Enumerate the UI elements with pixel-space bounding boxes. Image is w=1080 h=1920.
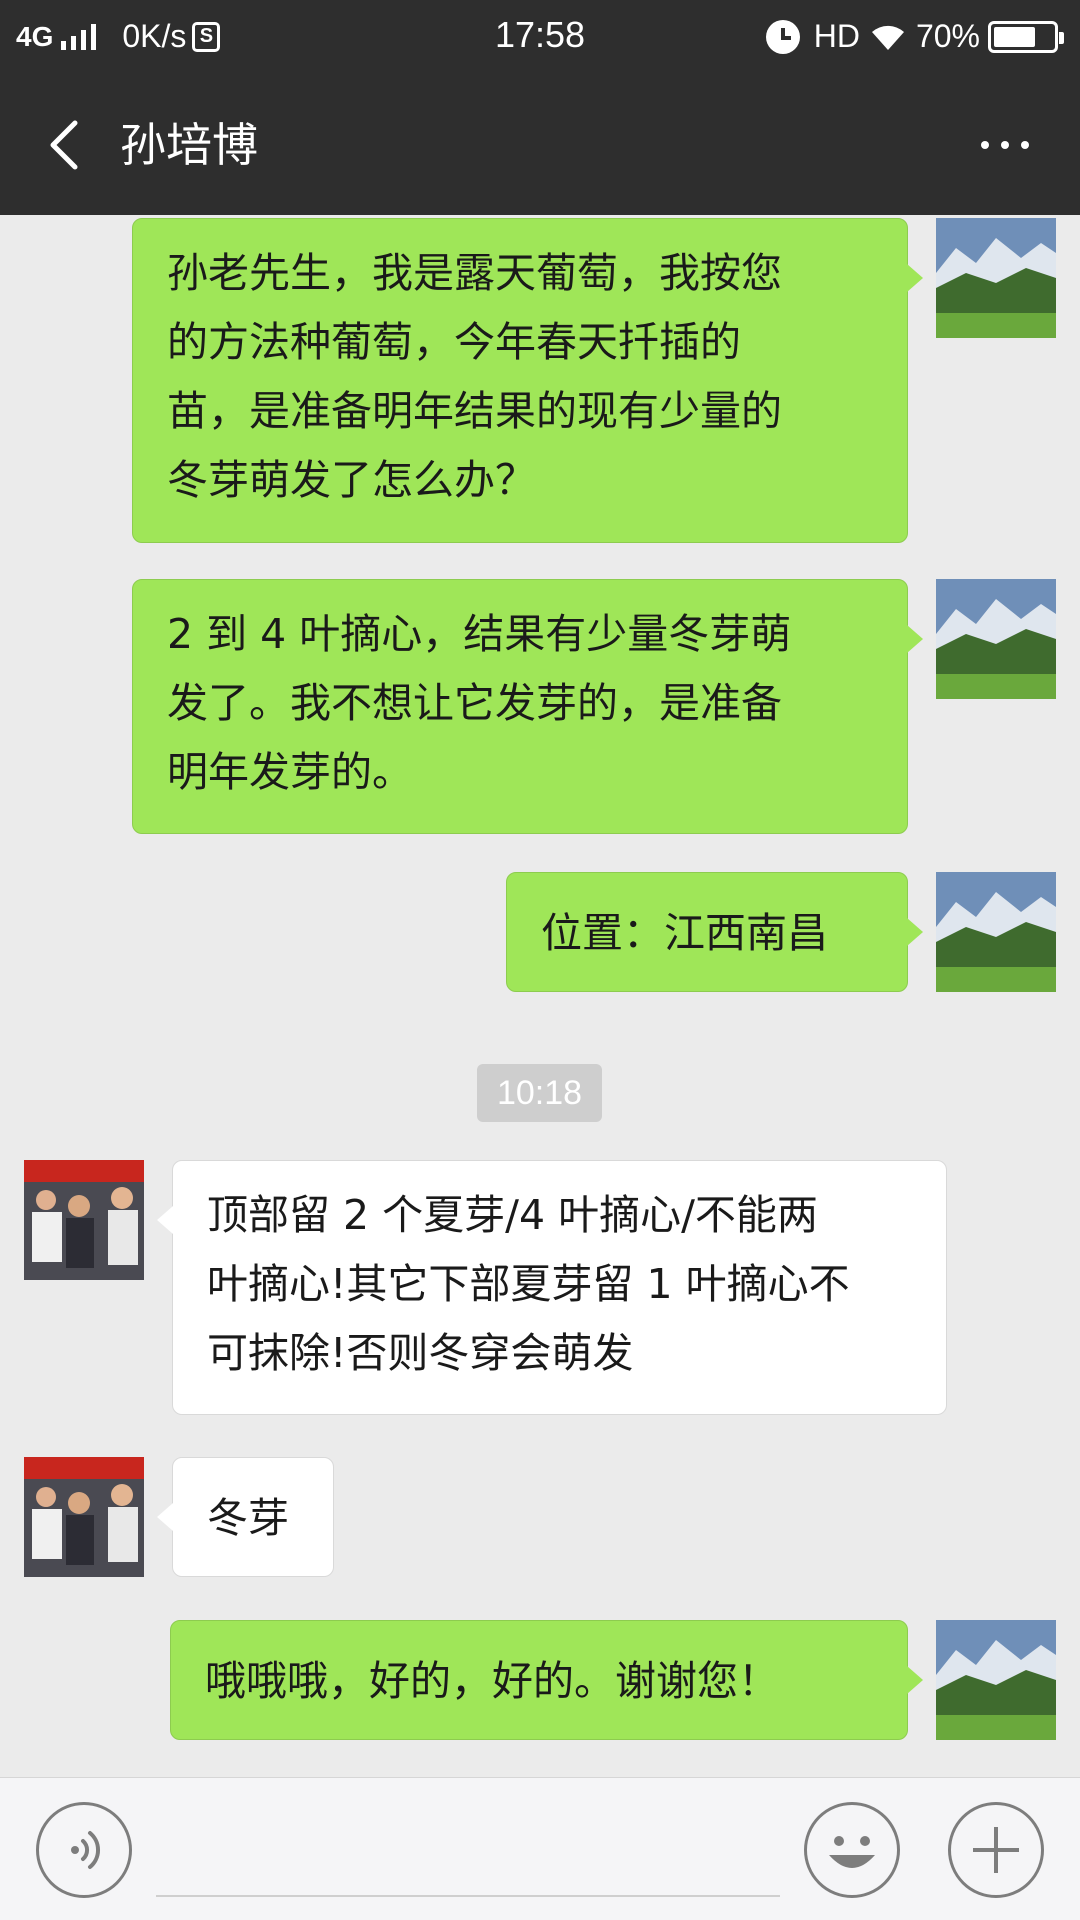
plus-button[interactable] bbox=[948, 1802, 1044, 1898]
network-type: 4G bbox=[16, 20, 54, 52]
avatar[interactable] bbox=[936, 579, 1056, 699]
message-line: 叶摘心!其它下部夏芽留 1 叶摘心不 bbox=[207, 1260, 850, 1308]
title-bar: 孙培博 bbox=[0, 75, 1080, 215]
message-bubble[interactable]: 哦哦哦，好的，好的。谢谢您！ bbox=[170, 1620, 908, 1740]
chat-title: 孙培博 bbox=[120, 118, 258, 172]
message-line: 苗，是准备明年结果的现有少量的 bbox=[167, 387, 782, 435]
battery-icon bbox=[988, 20, 1064, 53]
message-line: 的方法种葡萄，今年春天扦插的 bbox=[167, 318, 741, 366]
more-button[interactable] bbox=[970, 115, 1040, 175]
voice-button[interactable] bbox=[36, 1802, 132, 1898]
avatar[interactable] bbox=[936, 218, 1056, 338]
message-line: 冬芽 bbox=[207, 1494, 289, 1542]
message-bubble[interactable]: 冬芽 bbox=[172, 1457, 334, 1577]
more-dots-icon bbox=[981, 141, 989, 149]
wifi-icon bbox=[871, 25, 904, 50]
avatar[interactable] bbox=[24, 1160, 144, 1280]
message-line: 顶部留 2 个夏芽/4 叶摘心/不能两 bbox=[207, 1191, 818, 1239]
hd-indicator: HD bbox=[813, 18, 860, 54]
s-badge-icon: S bbox=[192, 21, 221, 52]
message-line: 2 到 4 叶摘心，结果有少量冬芽萌 bbox=[167, 610, 792, 658]
battery-fill bbox=[994, 26, 1035, 47]
avatar[interactable] bbox=[24, 1457, 144, 1577]
message-bubble[interactable]: 顶部留 2 个夏芽/4 叶摘心/不能两 叶摘心!其它下部夏芽留 1 叶摘心不 可… bbox=[172, 1160, 947, 1415]
network-speed: 0K/s bbox=[122, 18, 187, 54]
back-button[interactable] bbox=[30, 105, 100, 185]
message-line: 哦哦哦，好的，好的。谢谢您！ bbox=[205, 1657, 779, 1705]
status-bar: 4G 0K/s S 17:58 HD 70% bbox=[0, 0, 1080, 75]
message-line: 明年发芽的。 bbox=[167, 748, 413, 796]
message-input[interactable] bbox=[156, 1895, 780, 1897]
plus-icon bbox=[973, 1827, 1019, 1873]
message-line: 位置：江西南昌 bbox=[541, 909, 828, 957]
message-line: 孙老先生，我是露天葡萄，我按您 bbox=[167, 249, 782, 297]
battery-percent: 70% bbox=[915, 18, 980, 54]
message-line: 可抹除!否则冬穿会萌发 bbox=[207, 1329, 634, 1377]
message-bubble[interactable]: 孙老先生，我是露天葡萄，我按您 的方法种葡萄，今年春天扦插的 苗，是准备明年结果… bbox=[132, 218, 908, 543]
timestamp: 10:18 bbox=[477, 1064, 602, 1122]
avatar[interactable] bbox=[936, 872, 1056, 992]
message-line: 冬芽萌发了怎么办？ bbox=[167, 456, 536, 504]
signal-icon bbox=[61, 23, 97, 50]
emoji-icon bbox=[829, 1836, 875, 1868]
message-bubble[interactable]: 位置：江西南昌 bbox=[506, 872, 908, 992]
input-bar bbox=[0, 1777, 1080, 1920]
message-bubble[interactable]: 2 到 4 叶摘心，结果有少量冬芽萌 发了。我不想让它发芽的，是准备 明年发芽的… bbox=[132, 579, 908, 834]
avatar[interactable] bbox=[936, 1620, 1056, 1740]
chevron-left-icon bbox=[50, 120, 78, 170]
emoji-button[interactable] bbox=[804, 1802, 900, 1898]
chat-area[interactable]: 孙老先生，我是露天葡萄，我按您 的方法种葡萄，今年春天扦插的 苗，是准备明年结果… bbox=[0, 215, 1080, 1777]
alarm-icon bbox=[765, 19, 800, 54]
message-line: 发了。我不想让它发芽的，是准备 bbox=[167, 679, 782, 727]
voice-icon bbox=[71, 1831, 101, 1869]
